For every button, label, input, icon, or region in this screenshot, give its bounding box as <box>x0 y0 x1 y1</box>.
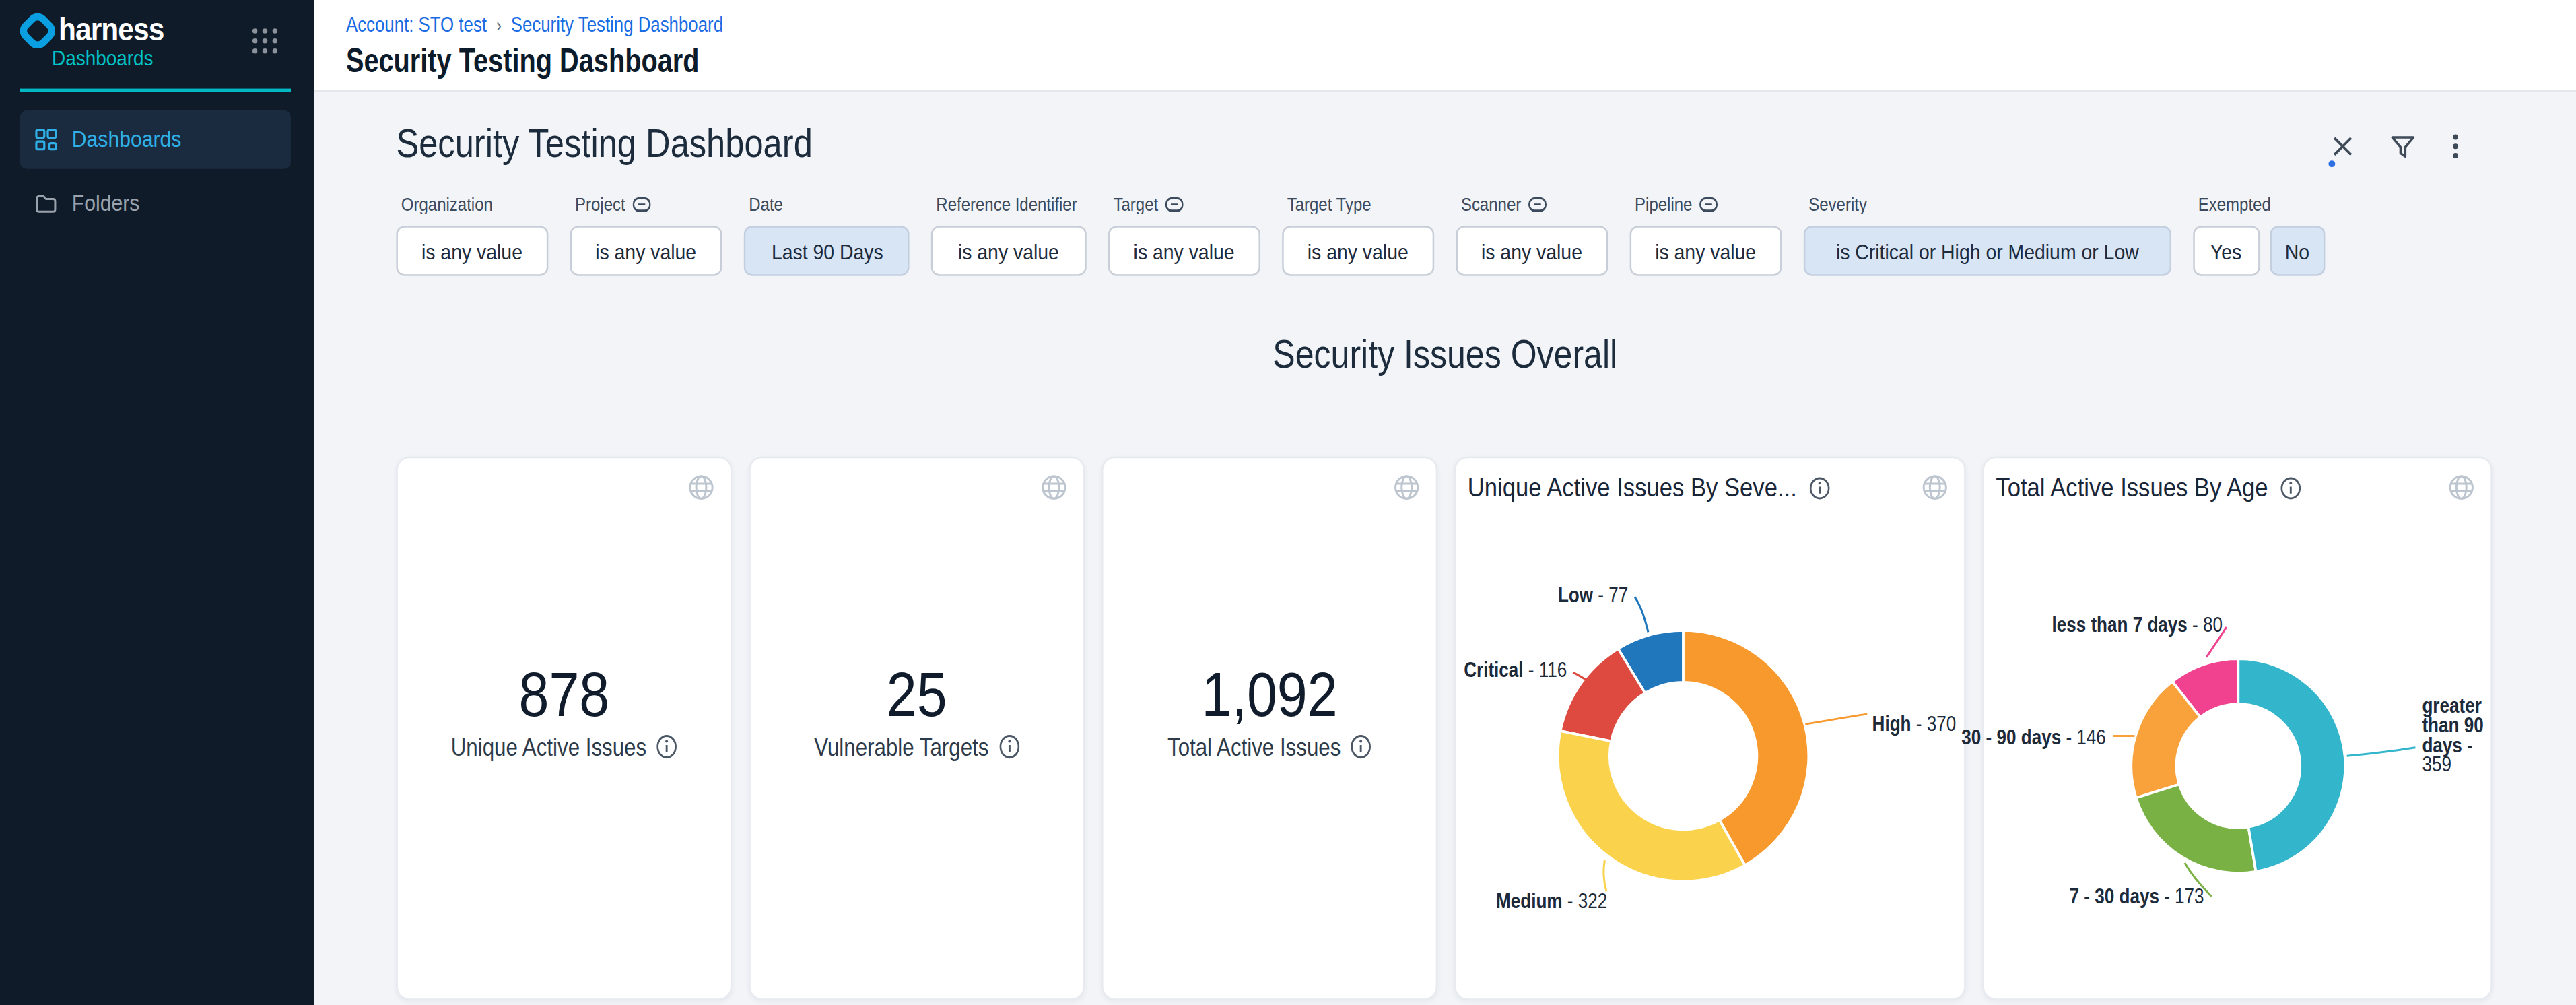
info-icon[interactable] <box>656 734 677 759</box>
app-switcher-icon[interactable] <box>252 28 277 53</box>
filter-exempted-no[interactable]: No <box>2270 226 2326 275</box>
sidebar-item-folders[interactable]: Folders <box>20 174 291 232</box>
filter-date: Date Last 90 Days <box>744 193 910 276</box>
filter-organization-value[interactable]: is any value <box>396 226 548 275</box>
link-icon <box>1165 197 1184 212</box>
donut-label-30-90: 30 - 90 days - 146 <box>1962 725 2107 749</box>
filter-organization: Organization is any value <box>396 193 548 276</box>
filter-target: Target is any value <box>1108 193 1260 276</box>
breadcrumb-current-link[interactable]: Security Testing Dashboard <box>511 11 723 36</box>
donut-label-critical: Critical - 116 <box>1463 659 1566 682</box>
harness-logo-icon <box>20 13 55 48</box>
stat-value: 1,092 <box>1123 661 1416 731</box>
close-icon[interactable] <box>2332 135 2353 157</box>
page-title: Security Testing Dashboard <box>346 42 700 80</box>
filter-severity: Severity is Critical or High or Medium o… <box>1804 193 2171 276</box>
stat-value: 878 <box>418 661 711 731</box>
filter-exempted: Exempted Yes No <box>2193 193 2325 276</box>
stat-label: Unique Active Issues <box>451 732 646 760</box>
info-icon[interactable] <box>998 734 1019 759</box>
sidebar: harness Dashboards Dashboards Folders <box>0 0 314 1005</box>
link-icon <box>632 197 650 212</box>
stat-value: 25 <box>770 661 1063 731</box>
dashboard-content: Security Testing Dashboard Organization … <box>314 92 2576 1005</box>
filter-scanner-value[interactable]: is any value <box>1456 226 1608 275</box>
filter-target-type: Target Type is any value <box>1282 193 1434 276</box>
breadcrumb-separator: › <box>496 13 502 36</box>
logo-wordmark: harness <box>59 11 164 48</box>
info-icon[interactable] <box>1351 734 1371 759</box>
donut-label-high: High - 370 <box>1872 713 1957 736</box>
donut-label-low: Low - 77 <box>1558 583 1628 607</box>
sidebar-item-dashboards[interactable]: Dashboards <box>20 110 291 169</box>
sidebar-divider <box>20 89 291 92</box>
kebab-menu-icon[interactable] <box>2452 134 2459 159</box>
globe-icon[interactable] <box>1042 475 1066 500</box>
filter-icon[interactable] <box>2390 135 2415 158</box>
harness-logo[interactable]: harness <box>20 11 176 48</box>
filter-severity-value[interactable]: is Critical or High or Medium or Low <box>1804 226 2171 275</box>
filter-pipeline: Pipeline is any value <box>1630 193 1782 276</box>
link-icon <box>1699 197 1718 212</box>
harness-dashboard-app: harness Dashboards Dashboards Folders Ac… <box>0 0 2576 1005</box>
section-title: Security Issues Overall <box>495 331 2395 379</box>
card-total-active-issues-by-age: Total Active Issues By Age <box>1982 457 2492 1000</box>
filter-target-type-value[interactable]: is any value <box>1282 226 1434 275</box>
filter-exempted-yes[interactable]: Yes <box>2193 226 2260 275</box>
donut-label-greater-90: greater than 90 days - 359 <box>2422 697 2492 776</box>
filter-scanner: Scanner is any value <box>1456 193 1608 276</box>
module-name: Dashboards <box>52 47 154 71</box>
filter-target-value[interactable]: is any value <box>1108 226 1260 275</box>
donut-label-less-than-7: less than 7 days - 80 <box>2052 614 2223 637</box>
sidebar-item-label: Folders <box>72 191 140 216</box>
globe-icon[interactable] <box>1394 475 1419 500</box>
filter-reference-identifier: Reference Identifier is any value <box>931 193 1087 276</box>
donut-label-7-30: 7 - 30 days - 173 <box>2070 884 2204 908</box>
card-unique-active-issues-by-severity: Unique Active Issues By Seve... <box>1454 457 1966 1000</box>
filter-bar: Organization is any value Project is any… <box>396 193 2325 276</box>
card-row: 878 Unique Active Issues 25 <box>396 457 2492 1000</box>
filter-date-value[interactable]: Last 90 Days <box>744 226 910 275</box>
filter-project: Project is any value <box>570 193 722 276</box>
link-icon <box>1528 197 1547 212</box>
filter-reference-identifier-value[interactable]: is any value <box>931 226 1087 275</box>
globe-icon[interactable] <box>689 475 714 500</box>
card-unique-active-issues: 878 Unique Active Issues <box>396 457 732 1000</box>
stat-label: Vulnerable Targets <box>814 732 988 760</box>
stat-label: Total Active Issues <box>1167 732 1341 760</box>
filter-project-value[interactable]: is any value <box>570 226 722 275</box>
folder-icon <box>35 193 57 214</box>
sidebar-item-label: Dashboards <box>72 127 182 152</box>
cursor-dot <box>2328 160 2335 167</box>
card-vulnerable-targets: 25 Vulnerable Targets <box>749 457 1085 1000</box>
dashboards-icon <box>35 129 57 150</box>
filter-pipeline-value[interactable]: is any value <box>1630 226 1782 275</box>
card-total-active-issues: 1,092 Total Active Issues <box>1101 457 1437 1000</box>
donut-label-medium: Medium - 322 <box>1496 890 1607 913</box>
breadcrumb-account-link[interactable]: Account: STO test <box>346 11 487 36</box>
top-header: Account: STO test › Security Testing Das… <box>314 0 2576 92</box>
breadcrumb: Account: STO test › Security Testing Das… <box>346 11 723 36</box>
dashboard-title: Security Testing Dashboard <box>396 121 812 168</box>
